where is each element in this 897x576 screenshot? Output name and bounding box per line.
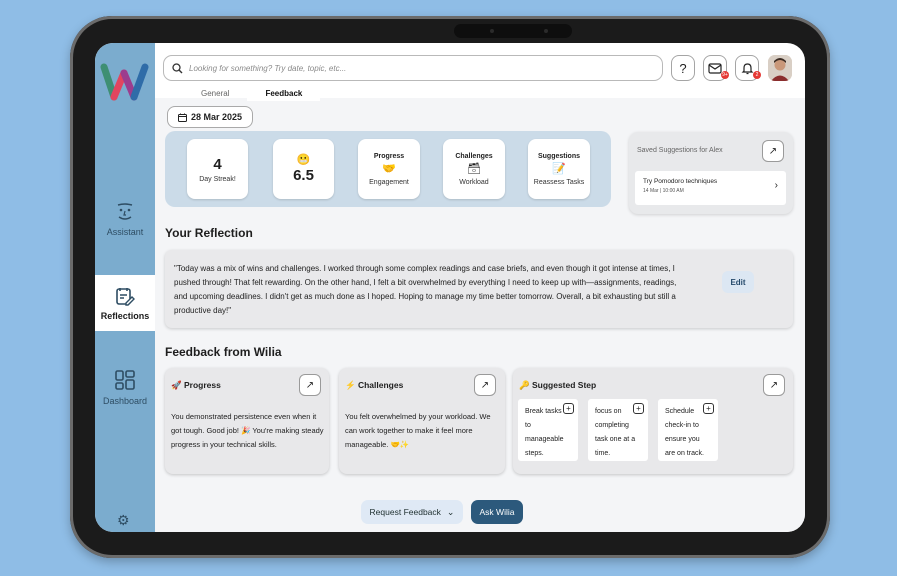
progress-label: Engagement	[369, 178, 409, 186]
camera-notch	[454, 24, 572, 38]
gear-icon[interactable]: ⚙	[117, 512, 130, 529]
request-feedback-button[interactable]: Request Feedback ⌄	[361, 500, 463, 524]
key-icon: 🔑	[519, 380, 530, 390]
tab-bar: General Feedback	[183, 86, 321, 101]
saved-item-date: 14 Mar | 10:00 AM	[643, 188, 684, 194]
notes-edit-icon	[116, 287, 135, 306]
suggested-step-item[interactable]: + focus on completing task one at a time…	[588, 399, 648, 461]
plus-icon[interactable]: +	[563, 403, 574, 414]
suggestions-card: Suggestions 📝 Reassess Tasks	[528, 139, 590, 199]
ask-wilia-button[interactable]: Ask Wilia	[471, 500, 523, 524]
sidebar-item-dashboard[interactable]: Dashboard	[95, 331, 155, 443]
reflection-text: "Today was a mix of wins and challenges.…	[174, 264, 677, 315]
assistant-face-icon	[117, 202, 133, 220]
bell-icon	[741, 62, 753, 74]
feedback-heading: Feedback from Wilia	[165, 345, 282, 359]
mail-icon	[708, 62, 722, 74]
step-text: Break tasks to manageable steps.	[525, 408, 564, 457]
streak-value: 4	[213, 155, 222, 173]
reflection-heading: Your Reflection	[165, 226, 253, 240]
arrow-up-right-icon: ↗	[769, 379, 779, 391]
search-icon	[172, 62, 183, 73]
progress-card: Progress 🤝 Engagement	[358, 139, 420, 199]
suggestions-label: Reassess Tasks	[533, 178, 585, 186]
open-steps-button[interactable]: ↗	[763, 374, 785, 396]
feedback-progress-title: 🚀 Progress	[171, 380, 221, 390]
sidebar: Assistant Reflections Dashboard ⚙	[95, 43, 155, 532]
arrow-up-right-icon: ↗	[768, 145, 778, 157]
feedback-progress-text: You demonstrated persistence even when i…	[171, 412, 324, 449]
chevron-right-icon: ›	[774, 180, 778, 191]
date-selector[interactable]: 28 Mar 2025	[167, 106, 254, 128]
saved-suggestion-item[interactable]: Try Pomodoro techniques 14 Mar | 10:00 A…	[635, 171, 786, 205]
suggested-step-item[interactable]: + Schedule check-in to ensure you are on…	[658, 399, 718, 461]
mail-badge: 9+	[721, 71, 729, 79]
streak-label: Day Streak!	[199, 175, 236, 183]
lightning-icon: ⚡	[345, 380, 356, 390]
notepad-icon: 📝	[552, 162, 566, 175]
user-avatar-icon	[768, 55, 792, 81]
plus-icon[interactable]: +	[633, 403, 644, 414]
arrow-up-right-icon: ↗	[305, 379, 315, 391]
open-progress-button[interactable]: ↗	[299, 374, 321, 396]
suggestions-title: Suggestions	[537, 152, 580, 160]
sidebar-item-label: Reflections	[100, 310, 150, 321]
saved-item-title: Try Pomodoro techniques	[643, 178, 718, 185]
notifications-button[interactable]: 2	[735, 55, 761, 81]
dashboard-icon	[115, 369, 135, 390]
reflection-text-box: "Today was a mix of wins and challenges.…	[165, 250, 793, 328]
plus-icon[interactable]: +	[703, 403, 714, 414]
feedback-challenges-title: ⚡ Challenges	[345, 380, 404, 390]
request-feedback-label: Request Feedback	[369, 507, 441, 517]
progress-title: Progress	[373, 152, 405, 160]
sidebar-item-label: Dashboard	[102, 395, 148, 406]
avatar[interactable]	[768, 55, 792, 81]
feedback-challenges-card: ⚡ Challenges ↗ You felt overwhelmed by y…	[339, 368, 505, 474]
help-icon: ?	[679, 60, 687, 76]
sidebar-item-assistant[interactable]: Assistant	[95, 163, 155, 275]
rocket-icon: 🚀	[171, 380, 182, 390]
search-input[interactable]: Looking for something? Try date, topic, …	[189, 64, 346, 73]
bell-badge: 2	[753, 71, 761, 79]
tablet-frame: Assistant Reflections Dashboard ⚙ Lookin…	[70, 16, 830, 558]
tab-feedback[interactable]: Feedback	[247, 86, 321, 101]
handshake-icon: 🤝	[382, 162, 396, 175]
mood-value: 6.5	[293, 167, 314, 184]
streak-card: 4 Day Streak!	[187, 139, 248, 199]
app-screen: Assistant Reflections Dashboard ⚙ Lookin…	[95, 43, 805, 532]
help-button[interactable]: ?	[671, 55, 695, 81]
saved-suggestions-panel: Saved Suggestions for Alex ↗ Try Pomodor…	[629, 132, 793, 214]
suggested-step-item[interactable]: + Break tasks to manageable steps.	[518, 399, 578, 461]
search-bar[interactable]: Looking for something? Try date, topic, …	[163, 55, 663, 81]
open-saved-button[interactable]: ↗	[762, 140, 784, 162]
challenges-label: Workload	[459, 178, 489, 186]
wilia-logo-icon	[100, 63, 149, 101]
mail-button[interactable]: 9+	[703, 55, 729, 81]
tab-general[interactable]: General	[183, 86, 247, 101]
calendar-icon	[178, 113, 187, 122]
saved-suggestions-title: Saved Suggestions for Alex	[637, 147, 723, 154]
feedback-challenges-text: You felt overwhelmed by your workload. W…	[345, 412, 491, 449]
date-label: 28 Mar 2025	[191, 112, 243, 122]
edit-reflection-button[interactable]: Edit	[722, 271, 754, 293]
sidebar-item-reflections[interactable]: Reflections	[95, 275, 155, 331]
chevron-down-icon: ⌄	[446, 506, 455, 517]
challenges-card: Challenges 🗃 Workload	[443, 139, 505, 199]
mood-card: 😬 6.5	[273, 139, 334, 199]
sidebar-item-label: Assistant	[106, 226, 144, 237]
stats-panel: 4 Day Streak! 😬 6.5 Progress 🤝 Engagemen…	[165, 131, 611, 207]
open-challenges-button[interactable]: ↗	[474, 374, 496, 396]
feedback-step-title: 🔑 Suggested Step	[519, 380, 597, 390]
arrow-up-right-icon: ↗	[480, 379, 490, 391]
feedback-progress-card: 🚀 Progress ↗ You demonstrated persistenc…	[165, 368, 329, 474]
mood-emoji-icon: 😬	[296, 154, 311, 166]
stack-icon: 🗃	[467, 162, 481, 175]
challenges-title: Challenges	[455, 152, 493, 160]
